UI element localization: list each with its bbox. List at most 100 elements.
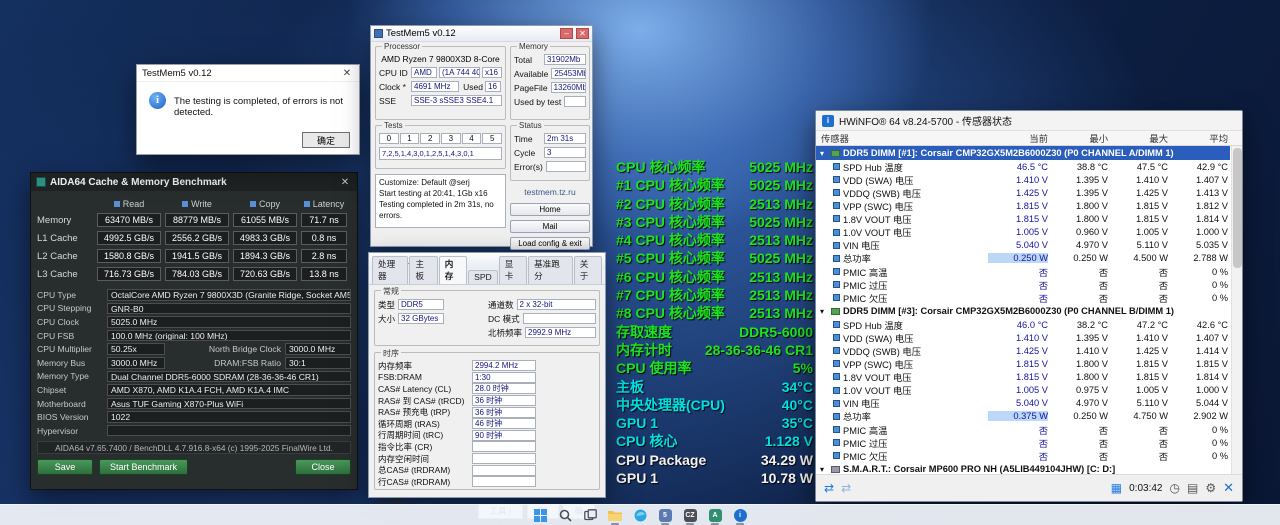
osd-value: DDR5-6000 <box>739 323 813 340</box>
col-maximum[interactable]: 最大 <box>1108 131 1168 145</box>
sensor-row[interactable]: VPP (SWC) 电压 1.815 V 1.800 V 1.815 V 1.8… <box>816 199 1230 212</box>
sensor-row[interactable]: VDD (SWA) 电压 1.410 V 1.395 V 1.410 V 1.4… <box>816 331 1230 344</box>
info-value: AMD X870, AMD K1A.4 FCH, AMD K1A.4 IMC <box>107 384 351 396</box>
col-minimum[interactable]: 最小 <box>1048 131 1108 145</box>
sensor-row[interactable]: VIN 电压 5.040 V 4.970 V 5.110 V 5.044 V <box>816 397 1230 410</box>
cpuz-taskbar-button[interactable]: CZ <box>682 507 698 525</box>
sensor-column-headers: 传感器 当前 最小 最大 平均 <box>816 131 1242 146</box>
testmem5-button[interactable]: Home <box>510 203 590 216</box>
tab-mainboard[interactable]: 主板 <box>409 256 438 284</box>
tab-bench[interactable]: 基准跑分 <box>528 256 573 284</box>
sensor-avg: 2.902 W <box>1193 411 1228 422</box>
sensor-row[interactable]: VDDQ (SWB) 电压 1.425 V 1.395 V 1.425 V 1.… <box>816 186 1230 199</box>
testmem5-taskbar-button[interactable]: 5 <box>657 507 673 525</box>
sensor-row[interactable]: 1.8V VOUT 电压 1.815 V 1.800 V 1.815 V 1.8… <box>816 370 1230 383</box>
tab-memory[interactable]: 内存 <box>438 256 468 284</box>
osd-line: #5 CPU 核心频率 5025 MHz <box>616 249 813 267</box>
benchmark-row: L1 Cache 4992.5 GB/s 2556.2 GB/s 4983.3 … <box>37 229 351 247</box>
sensor-row[interactable]: SPD Hub 温度 46.0 °C 38.2 °C 47.2 °C 42.6 … <box>816 318 1230 331</box>
dialog-titlebar[interactable]: TestMem5 v0.12 ✕ <box>137 65 359 82</box>
info-row: CPU Clock 5025.0 MHz <box>37 315 351 329</box>
settings-gear-icon[interactable]: ⚙ <box>1205 481 1216 495</box>
tab-about[interactable]: 关于 <box>573 256 602 284</box>
sensor-row[interactable]: 1.0V VOUT 电压 1.005 V 0.960 V 1.005 V 1.0… <box>816 225 1230 238</box>
sensor-row[interactable]: VIN 电压 5.040 V 4.970 V 5.110 V 5.035 V <box>816 239 1230 252</box>
sensor-row[interactable]: VDD (SWA) 电压 1.410 V 1.395 V 1.410 V 1.4… <box>816 173 1230 186</box>
tab-graphics[interactable]: 显卡 <box>498 256 528 284</box>
cpuz-app-icon: CZ <box>683 508 697 522</box>
aida64-titlebar[interactable]: AIDA64 Cache & Memory Benchmark ✕ <box>31 173 357 191</box>
info-value: Asus TUF Gaming X870-Plus WiFi <box>107 397 351 410</box>
col-sensor[interactable]: 传感器 <box>821 131 988 145</box>
testmem5-button[interactable]: Mail <box>510 220 590 233</box>
clock-icon[interactable]: ◷ <box>1170 481 1180 495</box>
sensor-label: VIN 电压 <box>843 399 880 410</box>
sensor-row[interactable]: PMIC 过压 否 否 否 0 % <box>816 436 1230 449</box>
sensor-row[interactable]: PMIC 欠压 否 否 否 0 % <box>816 449 1230 462</box>
timing-value: 1:30 <box>472 371 536 383</box>
swap-sensors-icon[interactable]: ⇄ <box>824 481 834 495</box>
minimize-icon[interactable]: – <box>560 28 573 39</box>
sensor-row[interactable]: 1.0V VOUT 电压 1.005 V 0.975 V 1.005 V 1.0… <box>816 384 1230 397</box>
swap-sensors-icon-2[interactable]: ⇄ <box>841 481 851 495</box>
sensor-min: 1.800 V <box>1075 213 1108 224</box>
info-row: Hypervisor <box>37 424 351 438</box>
osd-line: #8 CPU 核心频率 2513 MHz <box>616 304 813 322</box>
report-icon[interactable]: ▤ <box>1187 481 1198 495</box>
sensor-row[interactable]: PMIC 过压 否 否 否 0 % <box>816 278 1230 291</box>
col-average[interactable]: 平均 <box>1168 131 1228 145</box>
testmem5-button[interactable]: Load config & exit <box>510 237 590 250</box>
sensor-row[interactable]: VPP (SWC) 电压 1.815 V 1.800 V 1.815 V 1.8… <box>816 357 1230 370</box>
hwinfo-titlebar[interactable]: i HWiNFO® 64 v8.24-5700 - 传感器状态 <box>816 111 1242 131</box>
search-button[interactable] <box>557 507 573 523</box>
sensor-row[interactable]: SPD Hub 温度 46.5 °C 38.8 °C 47.5 °C 42.9 … <box>816 160 1230 173</box>
monitor-icon[interactable]: ▦ <box>1111 481 1122 495</box>
sensor-current: 1.815 V <box>1015 200 1048 211</box>
col-current[interactable]: 当前 <box>988 131 1048 145</box>
sensor-row[interactable]: VDDQ (SWB) 电压 1.425 V 1.410 V 1.425 V 1.… <box>816 344 1230 357</box>
close-icon[interactable]: ✕ <box>576 28 589 39</box>
memory-row: PageFile 13260Mb <box>514 82 586 93</box>
close-button[interactable]: Close <box>295 458 351 475</box>
sensor-min: 0.250 W <box>1073 411 1108 422</box>
close-icon[interactable]: ✕ <box>338 177 352 188</box>
sensor-row[interactable]: PMIC 高温 否 否 否 0 % <box>816 423 1230 436</box>
osd-label: GPU 1 <box>616 415 659 432</box>
sensor-row[interactable]: 1.8V VOUT 电压 1.815 V 1.800 V 1.815 V 1.8… <box>816 212 1230 225</box>
ok-button[interactable]: 确定 <box>301 132 350 148</box>
sensor-section-header[interactable]: ▾ DDR5 DIMM [#1]: Corsair CMP32GX5M2B600… <box>816 146 1230 160</box>
sensor-row[interactable]: PMIC 高温 否 否 否 0 % <box>816 265 1230 278</box>
start-benchmark-button[interactable]: Start Benchmark <box>99 458 189 475</box>
tab-spd[interactable]: SPD <box>468 270 498 284</box>
info-value <box>107 424 351 437</box>
edge-button[interactable] <box>632 507 648 523</box>
osd-label: #8 CPU 核心频率 <box>616 305 725 322</box>
sensor-section-header[interactable]: ▾ S.M.A.R.T.: Corsair MP600 PRO NH (A5LI… <box>816 462 1230 474</box>
scrollbar[interactable] <box>1231 146 1242 474</box>
sensor-current: 1.410 V <box>1015 332 1048 343</box>
testmem-site-link[interactable]: testmem.tz.ru <box>510 187 590 197</box>
task-view-button[interactable] <box>582 507 598 523</box>
close-sensors-icon[interactable]: ✕ <box>1223 480 1234 496</box>
tab-cpu[interactable]: 处理器 <box>372 256 409 284</box>
osd-line: 内存计时 28-36-36-46 CR1 <box>616 341 813 359</box>
save-button[interactable]: Save <box>37 458 93 475</box>
timing-label: RAS# 预充电 (tRP) <box>378 407 451 418</box>
sensor-row[interactable]: 总功率 0.250 W 0.250 W 4.500 W 2.788 W <box>816 252 1230 265</box>
start-button[interactable] <box>532 507 548 523</box>
osd-line: #3 CPU 核心频率 5025 MHz <box>616 213 813 231</box>
sensor-icon <box>833 399 840 407</box>
osd-value: 5% <box>792 360 813 377</box>
col-latency: Latency <box>312 198 345 209</box>
search-icon <box>559 509 572 522</box>
close-icon[interactable]: ✕ <box>340 68 354 79</box>
scrollbar-thumb[interactable] <box>1233 148 1242 268</box>
aida64-taskbar-button[interactable]: A <box>707 507 723 525</box>
sensor-row[interactable]: PMIC 欠压 否 否 否 0 % <box>816 291 1230 304</box>
hwinfo-taskbar-button[interactable]: i <box>732 507 748 525</box>
file-explorer-button[interactable] <box>607 507 623 525</box>
sensor-section-header[interactable]: ▾ DDR5 DIMM [#3]: Corsair CMP32GX5M2B600… <box>816 304 1230 318</box>
testmem5-titlebar[interactable]: TestMem5 v0.12 – ✕ <box>371 26 592 42</box>
osd-line: 存取速度 DDR5-6000 <box>616 323 813 341</box>
sensor-row[interactable]: 总功率 0.375 W 0.250 W 4.750 W 2.902 W <box>816 410 1230 423</box>
